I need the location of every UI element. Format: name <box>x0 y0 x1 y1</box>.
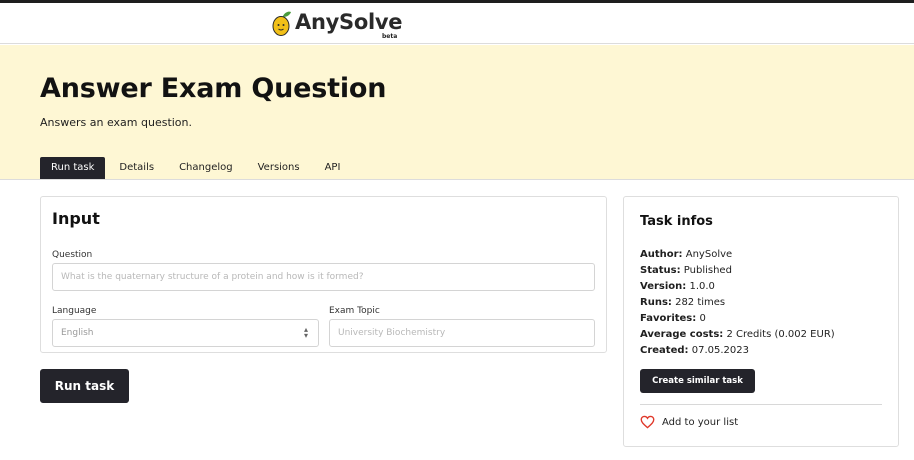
tab-versions[interactable]: Versions <box>247 157 311 179</box>
task-tabs: Run task Details Changelog Versions API <box>40 157 354 179</box>
add-to-list-button[interactable]: Add to your list <box>640 415 738 429</box>
brand-name: AnySolve <box>295 10 403 34</box>
divider <box>640 404 882 405</box>
run-task-button[interactable]: Run task <box>40 369 129 403</box>
info-favorites: Favorites: 0 <box>640 313 706 324</box>
task-infos-list: Author: AnySolve Status: Published Versi… <box>640 247 835 359</box>
info-author: Author: AnySolve <box>640 249 733 260</box>
info-status: Status: Published <box>640 265 732 276</box>
input-heading: Input <box>52 209 100 228</box>
question-label: Question <box>52 250 93 260</box>
add-to-list-label: Add to your list <box>662 416 739 428</box>
exam-topic-label: Exam Topic <box>329 306 380 316</box>
heart-outline-icon <box>640 415 655 429</box>
language-label: Language <box>52 306 97 316</box>
info-average-costs: Average costs: 2 Credits (0.002 EUR) <box>640 329 835 340</box>
question-input[interactable] <box>52 263 595 291</box>
input-card: Input Question Language English ▴▾ Exam … <box>40 196 607 353</box>
info-runs: Runs: 282 times <box>640 297 726 308</box>
tab-run-task[interactable]: Run task <box>40 157 106 179</box>
task-infos-heading: Task infos <box>640 214 713 229</box>
info-created: Created: 07.05.2023 <box>640 345 749 356</box>
chevron-up-down-icon: ▴ ▾ <box>303 325 308 340</box>
lemon-logo-icon <box>272 11 291 36</box>
exam-topic-input[interactable] <box>329 319 595 347</box>
task-header: Answer Exam Question Answers an exam que… <box>0 45 914 180</box>
language-select[interactable]: English ▴ ▾ <box>52 319 319 347</box>
brand-logo[interactable]: AnySolve beta <box>272 9 402 41</box>
info-version: Version: 1.0.0 <box>640 281 715 292</box>
create-similar-task-button[interactable]: Create similar task <box>640 369 755 393</box>
language-value: English <box>61 328 94 338</box>
tab-details[interactable]: Details <box>108 157 165 179</box>
page-title: Answer Exam Question <box>40 73 387 104</box>
tab-changelog[interactable]: Changelog <box>168 157 244 179</box>
task-infos-card: Task infos Author: AnySolve Status: Publ… <box>623 196 899 447</box>
navbar: AnySolve beta <box>0 3 914 44</box>
beta-badge: beta <box>382 33 398 40</box>
tab-api[interactable]: API <box>314 157 352 179</box>
page-subtitle: Answers an exam question. <box>40 116 193 129</box>
